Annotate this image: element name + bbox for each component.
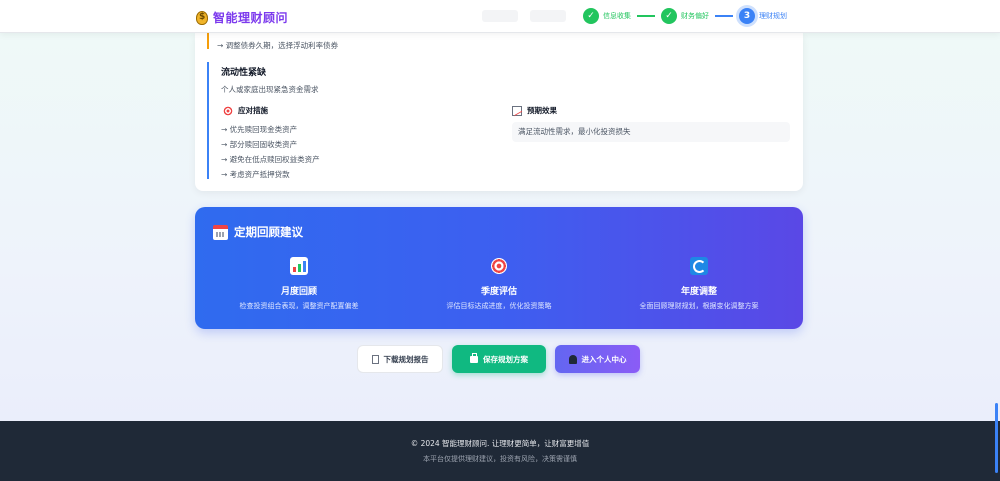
personal-center-button[interactable]: 进入个人中心	[555, 345, 640, 373]
header-placeholder-group	[482, 10, 566, 22]
list-item: → 部分赎回固收类资产	[221, 140, 298, 149]
risk-plan-card: → 调整债券久期，选择浮动利率债券 流动性紧缺 个人或家庭出现紧急资金需求 应对…	[195, 33, 803, 191]
previous-risk-accent	[207, 33, 209, 49]
periodic-review-panel: 定期回顾建议 月度回顾 检查投资组合表现，调整资产配置偏差 季度评估 评估目标达…	[195, 207, 803, 329]
review-quarterly: 季度评估 评估目标达成进度，优化投资策略	[399, 257, 599, 311]
bar-chart-icon	[290, 257, 308, 275]
refresh-icon	[690, 257, 708, 275]
review-item-title: 季度评估	[480, 287, 517, 297]
review-item-title: 年度调整	[680, 287, 717, 297]
effect-label: 预期效果	[527, 106, 557, 115]
previous-risk-measure: → 调整债券久期，选择浮动利率债券	[217, 41, 339, 50]
review-item-title: 月度回顾	[280, 287, 317, 297]
step-label: 财务偏好	[681, 12, 709, 20]
target-icon	[223, 105, 233, 116]
list-item: → 考虑资产抵押贷款	[221, 170, 290, 179]
step-info-collection[interactable]: ✓ 信息收集	[583, 8, 631, 24]
measures-label: 应对措施	[238, 106, 268, 115]
save-plan-button[interactable]: 保存规划方案	[452, 345, 546, 373]
money-bag-icon	[196, 10, 208, 25]
header-placeholder	[482, 10, 518, 22]
effect-heading: 预期效果	[512, 105, 557, 116]
step-connector	[715, 15, 733, 17]
step-check-icon: ✓	[583, 8, 599, 24]
trend-chart-icon	[512, 105, 522, 116]
review-item-desc: 全面回顾理财规划，根据变化调整方案	[639, 302, 759, 310]
step-check-icon: ✓	[661, 8, 677, 24]
review-item-desc: 评估目标达成进度，优化投资策略	[446, 302, 552, 310]
briefcase-icon	[470, 352, 478, 363]
download-label: 下载规划报告	[383, 354, 429, 364]
review-monthly: 月度回顾 检查投资组合表现，调整资产配置偏差	[199, 257, 399, 311]
measures-heading: 应对措施	[223, 105, 268, 116]
list-item: → 避免在低点赎回权益类资产	[221, 155, 320, 164]
review-item-desc: 检查投资组合表现，调整资产配置偏差	[239, 302, 359, 310]
center-label: 进入个人中心	[581, 354, 627, 364]
step-financial-planning[interactable]: 3 理财规划	[739, 8, 787, 24]
download-report-button[interactable]: 下载规划报告	[357, 345, 443, 373]
step-financial-preference[interactable]: ✓ 财务偏好	[661, 8, 709, 24]
progress-steps: ✓ 信息收集 ✓ 财务偏好 3 理财规划	[583, 8, 787, 24]
review-title: 定期回顾建议	[234, 225, 303, 239]
page-footer: © 2024 智能理财顾问. 让理财更简单，让财富更增值 本平台仅提供理财建议，…	[0, 421, 1000, 481]
review-header: 定期回顾建议	[213, 224, 303, 240]
list-item: → 优先赎回现金类资产	[221, 125, 298, 134]
user-icon	[568, 354, 577, 364]
step-number: 3	[739, 8, 755, 24]
calendar-icon	[213, 224, 228, 240]
footer-disclaimer: 本平台仅提供理财建议，投资有风险，决策需谨慎	[423, 455, 577, 463]
measures-list: → 优先赎回现金类资产 → 部分赎回固收类资产 → 避免在低点赎回权益类资产 →…	[221, 122, 320, 182]
header-placeholder	[530, 10, 566, 22]
action-buttons: 下载规划报告 保存规划方案 进入个人中心	[357, 345, 640, 373]
risk-title: 流动性紧缺	[221, 68, 267, 78]
footer-copyright: © 2024 智能理财顾问. 让理财更简单，让财富更增值	[410, 439, 590, 448]
scrollbar-thumb[interactable]	[995, 403, 998, 473]
effect-text: 满足流动性需求，最小化投资损失	[512, 122, 790, 142]
app-title: 智能理财顾问	[213, 11, 289, 25]
document-icon	[371, 354, 379, 364]
step-label: 信息收集	[603, 12, 631, 20]
risk-liquidity-section: 流动性紧缺 个人或家庭出现紧急资金需求 应对措施 预期效果 → 优先赎回现金类资…	[207, 62, 797, 179]
save-label: 保存规划方案	[483, 354, 528, 364]
review-yearly: 年度调整 全面回顾理财规划，根据变化调整方案	[599, 257, 799, 311]
step-connector	[637, 15, 655, 17]
risk-description: 个人或家庭出现紧急资金需求	[221, 85, 319, 94]
step-label: 理财规划	[759, 12, 787, 20]
page-frame: 智能理财顾问 ✓ 信息收集 ✓ 财务偏好 3 理财规划 → 调整债券久期，选	[0, 0, 1000, 481]
target-icon	[490, 257, 508, 275]
app-logo[interactable]: 智能理财顾问	[196, 9, 288, 26]
top-header: 智能理财顾问 ✓ 信息收集 ✓ 财务偏好 3 理财规划	[0, 0, 1000, 33]
